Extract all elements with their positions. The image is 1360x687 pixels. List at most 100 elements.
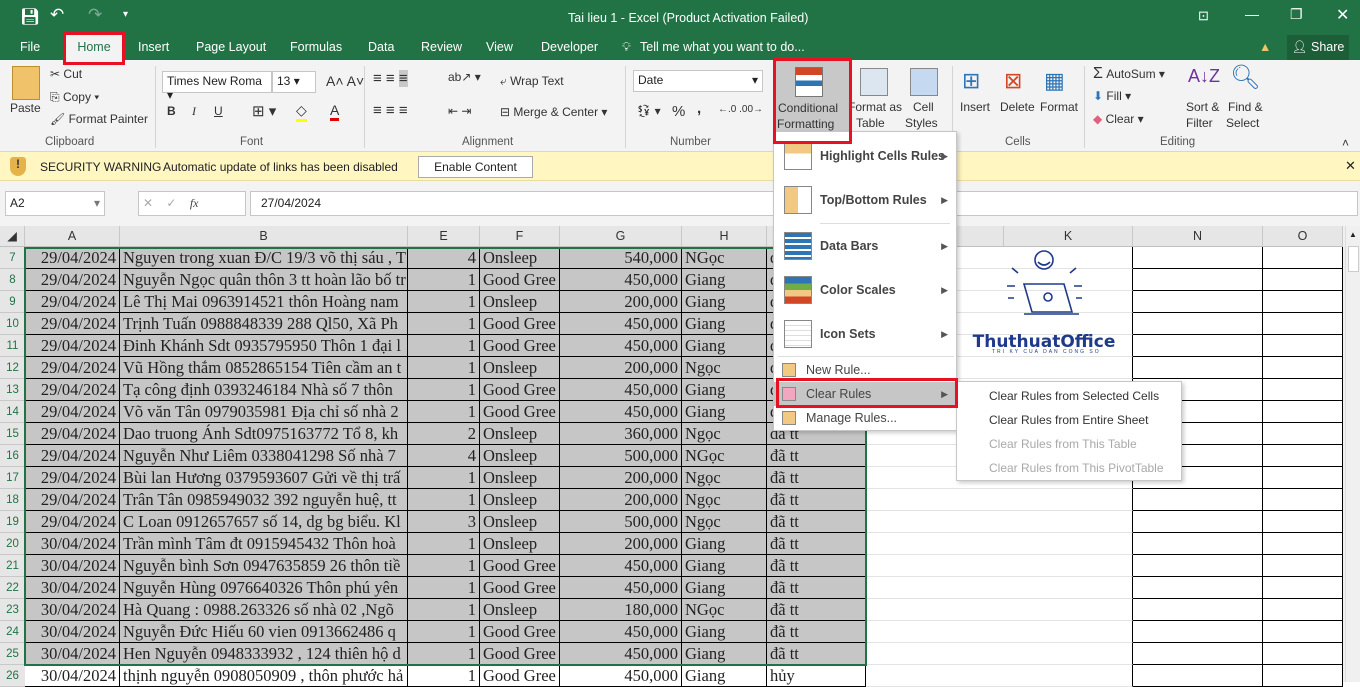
paste-icon[interactable] [12,66,40,100]
empty-cell[interactable] [1263,247,1343,269]
empty-cell[interactable] [866,555,1004,577]
empty-cell[interactable] [1133,291,1263,313]
row-header[interactable]: 21 [0,555,25,577]
column-header[interactable]: H [682,226,767,247]
cancel-icon[interactable]: ✕ [143,196,153,210]
row-header[interactable]: 16 [0,445,25,467]
submenu-item[interactable]: Clear Rules from Entire Sheet [989,408,1148,432]
font-name-select[interactable]: Times New Roma ▾ [162,71,272,102]
empty-cell[interactable] [1263,335,1343,357]
empty-cell[interactable] [866,665,1004,687]
menu-item-data-bars[interactable]: Data Bars ▶ [774,224,956,268]
empty-cell[interactable] [1004,489,1133,511]
cell-h[interactable]: Giang [682,665,767,687]
empty-cell[interactable] [866,489,1004,511]
empty-cell[interactable] [1263,621,1343,643]
row-header[interactable]: 22 [0,577,25,599]
empty-cell[interactable] [1133,577,1263,599]
clear-button[interactable]: ◆ Clear ▾ [1093,112,1144,126]
empty-cell[interactable] [1263,269,1343,291]
row-header[interactable]: 19 [0,511,25,533]
empty-cell[interactable] [1263,511,1343,533]
percent-button[interactable]: % [672,103,685,120]
column-header[interactable]: E [408,226,480,247]
merge-center-button[interactable]: ⊟ Merge & Center ▾ [500,105,607,119]
empty-cell[interactable] [1263,445,1343,467]
empty-cell[interactable] [1263,379,1343,401]
column-header[interactable]: K [1004,226,1133,247]
empty-cell[interactable] [1004,555,1133,577]
empty-cell[interactable] [1133,511,1263,533]
empty-cell[interactable] [1133,665,1263,687]
italic-button[interactable]: I [192,104,196,119]
empty-cell[interactable] [1004,533,1133,555]
insert-button[interactable]: Insert [960,100,990,114]
row-header[interactable]: 18 [0,489,25,511]
tab-review[interactable]: Review [421,40,462,54]
empty-cell[interactable] [1133,247,1263,269]
column-header[interactable]: G [560,226,682,247]
row-header[interactable]: 23 [0,599,25,621]
cell-b[interactable]: thịnh nguyễn 0908050909 , thôn phước hả [120,665,408,687]
cell-i[interactable]: hủy [767,665,866,687]
empty-cell[interactable] [1133,533,1263,555]
tell-me-input[interactable]: Tell me what you want to do... [640,40,805,54]
empty-cell[interactable] [1004,357,1133,379]
empty-cell[interactable] [1263,401,1343,423]
row-header[interactable]: 8 [0,269,25,291]
column-header[interactable]: F [480,226,560,247]
empty-cell[interactable] [866,511,1004,533]
cell-styles-button[interactable]: Cell [913,100,934,114]
align-top-icons[interactable]: ≡ ≡ ≡ [373,70,408,87]
manage-rules-item[interactable]: Manage Rules... [774,406,956,430]
tab-data[interactable]: Data [368,40,394,54]
empty-cell[interactable] [1004,577,1133,599]
empty-cell[interactable] [866,643,1004,665]
find-select-button[interactable]: Find & [1228,100,1263,114]
empty-cell[interactable] [1133,335,1263,357]
enable-content-button[interactable]: Enable Content [418,156,533,178]
row-header[interactable]: 10 [0,313,25,335]
comma-button[interactable]: , [697,100,701,117]
empty-cell[interactable] [1004,665,1133,687]
empty-cell[interactable] [1263,533,1343,555]
indent-icons[interactable]: ⇤ ⇥ [448,104,471,118]
row-header[interactable]: 9 [0,291,25,313]
row-header[interactable]: 26 [0,665,25,687]
cell-e[interactable]: 1 [408,665,480,687]
decimal-icons[interactable]: ←.0 .00→ [718,104,763,115]
empty-cell[interactable] [1133,621,1263,643]
row-header[interactable]: 14 [0,401,25,423]
sort-filter-button[interactable]: Sort & [1186,100,1219,114]
ribbon-display-icon[interactable]: ⊡ [1198,8,1209,24]
tab-formulas[interactable]: Formulas [290,40,342,54]
empty-cell[interactable] [866,533,1004,555]
cell-g[interactable]: 450,000 [560,665,682,687]
tab-insert[interactable]: Insert [138,40,169,54]
insert-function-button[interactable]: fx [190,196,199,210]
empty-cell[interactable] [1263,599,1343,621]
align-left-center-right-icons[interactable]: ≡ ≡ ≡ [373,102,408,119]
row-header[interactable]: 13 [0,379,25,401]
scrollbar-thumb[interactable] [1348,246,1359,272]
row-header[interactable]: 24 [0,621,25,643]
empty-cell[interactable] [1133,269,1263,291]
borders-icon[interactable]: ⊞ ▾ [252,102,276,120]
empty-cell[interactable] [866,577,1004,599]
close-warning-icon[interactable]: ✕ [1345,158,1356,174]
empty-cell[interactable] [1133,357,1263,379]
format-painter-button[interactable]: 🖌︎ Format Painter [50,112,148,126]
row-header[interactable]: 25 [0,643,25,665]
fill-color-icon[interactable]: ◇ [296,102,307,122]
cut-button[interactable]: ✂ Cut [50,67,82,81]
bold-button[interactable]: B [167,104,176,118]
autosum-button[interactable]: Σ AutoSum ▾ [1093,65,1165,83]
menu-item-color-scales[interactable]: Color Scales ▶ [774,268,956,312]
cell-a[interactable]: 30/04/2024 [25,665,120,687]
redo-icon[interactable]: ↷ [88,5,102,25]
restore-icon[interactable]: ❐ [1290,6,1303,23]
orientation-icon[interactable]: ab↗ ▾ [448,70,481,84]
share-button[interactable]: 👤︎ Share [1287,35,1349,60]
empty-cell[interactable] [866,599,1004,621]
empty-cell[interactable] [1133,313,1263,335]
